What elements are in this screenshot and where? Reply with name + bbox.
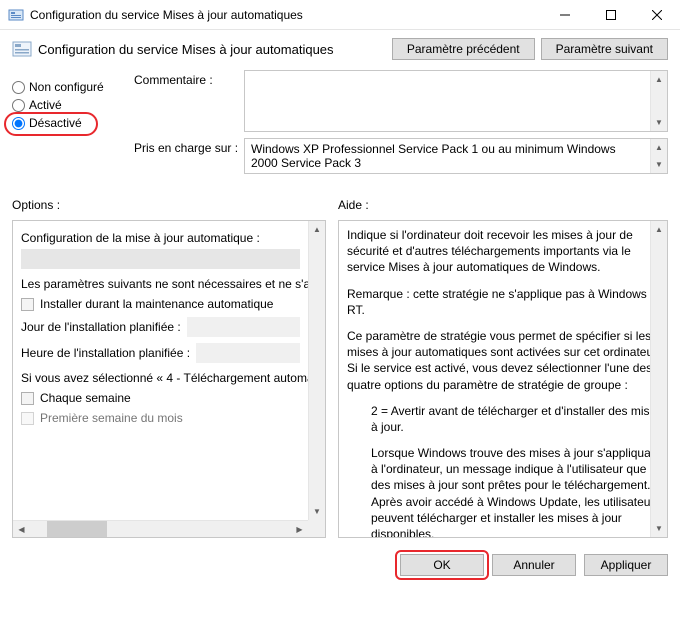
scroll-down-icon[interactable]: ▼ — [651, 114, 667, 131]
checkbox-label: Chaque semaine — [40, 391, 131, 405]
window-title: Configuration du service Mises à jour au… — [30, 8, 542, 22]
scrollbar-vertical[interactable]: ▲ ▼ — [650, 221, 667, 537]
radio-input[interactable] — [12, 81, 25, 94]
scroll-up-icon[interactable]: ▲ — [651, 71, 667, 88]
scrollbar-thumb[interactable] — [47, 521, 107, 537]
help-text: Remarque : cette stratégie ne s'applique… — [347, 286, 663, 318]
config-label: Configuration de la mise à jour automati… — [21, 231, 300, 245]
comment-textarea[interactable]: ▲ ▼ — [244, 70, 668, 132]
options-note: Les paramètres suivants ne sont nécessai… — [21, 277, 300, 291]
supported-label: Pris en charge sur : — [134, 138, 244, 174]
supported-on-text: Windows XP Professionnel Service Pack 1 … — [244, 138, 668, 174]
radio-input[interactable] — [12, 99, 25, 112]
help-text: Lorsque Windows trouve des mises à jour … — [347, 445, 663, 538]
dialog-footer: OK Annuler Appliquer — [0, 544, 680, 586]
weekly-checkbox[interactable]: Chaque semaine — [21, 391, 300, 405]
radio-not-configured[interactable]: Non configuré — [12, 80, 122, 94]
scroll-up-icon[interactable]: ▲ — [651, 139, 667, 156]
hour-select[interactable] — [196, 343, 300, 363]
day-select[interactable] — [187, 317, 300, 337]
options-paragraph: Si vous avez sélectionné « 4 - Télécharg… — [21, 371, 300, 385]
header: Configuration du service Mises à jour au… — [0, 30, 680, 66]
supported-value: Windows XP Professionnel Service Pack 1 … — [251, 142, 661, 170]
scroll-up-icon[interactable]: ▲ — [651, 221, 667, 238]
radio-input[interactable] — [12, 117, 25, 130]
config-select[interactable] — [21, 249, 300, 269]
titlebar: Configuration du service Mises à jour au… — [0, 0, 680, 30]
scrollbar-vertical[interactable]: ▲ ▼ — [650, 139, 667, 173]
help-panel: Indique si l'ordinateur doit recevoir le… — [338, 220, 668, 538]
scroll-down-icon[interactable]: ▼ — [651, 156, 667, 173]
radio-enabled[interactable]: Activé — [12, 98, 122, 112]
radio-label: Activé — [29, 98, 62, 112]
help-text: Ce paramètre de stratégie vous permet de… — [347, 328, 663, 393]
window-controls — [542, 0, 680, 30]
checkbox-icon — [21, 392, 34, 405]
checkbox-label: Première semaine du mois — [40, 411, 183, 425]
previous-setting-button[interactable]: Paramètre précédent — [392, 38, 535, 60]
scrollbar-vertical[interactable]: ▲ ▼ — [308, 221, 325, 520]
scroll-right-icon[interactable]: ▶ — [291, 521, 308, 538]
checkbox-label: Installer durant la maintenance automati… — [40, 297, 273, 311]
help-label: Aide : — [338, 198, 668, 212]
minimize-button[interactable] — [542, 0, 588, 30]
scrollbar-horizontal[interactable]: ◀ ▶ — [13, 520, 308, 537]
hour-label: Heure de l'installation planifiée : — [21, 346, 190, 360]
install-maintenance-checkbox[interactable]: Installer durant la maintenance automati… — [21, 297, 300, 311]
scroll-down-icon[interactable]: ▼ — [309, 503, 325, 520]
options-label: Options : — [12, 198, 326, 212]
scroll-down-icon[interactable]: ▼ — [651, 520, 667, 537]
checkbox-icon — [21, 298, 34, 311]
day-label: Jour de l'installation planifiée : — [21, 320, 181, 334]
radio-disabled[interactable]: Désactivé — [12, 116, 122, 130]
options-panel: Configuration de la mise à jour automati… — [12, 220, 326, 538]
policy-icon — [8, 7, 24, 23]
radio-label: Désactivé — [29, 116, 82, 130]
scrollbar-vertical[interactable]: ▲ ▼ — [650, 71, 667, 131]
scroll-up-icon[interactable]: ▲ — [309, 221, 325, 238]
scrollbar-corner — [308, 520, 325, 537]
close-button[interactable] — [634, 0, 680, 30]
scroll-left-icon[interactable]: ◀ — [13, 521, 30, 538]
ok-button[interactable]: OK — [400, 554, 484, 576]
help-text: Indique si l'ordinateur doit recevoir le… — [347, 227, 663, 276]
page-title: Configuration du service Mises à jour au… — [38, 42, 386, 57]
radio-label: Non configuré — [29, 80, 104, 94]
first-week-checkbox[interactable]: Première semaine du mois — [21, 411, 300, 425]
state-radios: Non configuré Activé Désactivé — [12, 70, 122, 180]
comment-label: Commentaire : — [134, 70, 244, 132]
apply-button[interactable]: Appliquer — [584, 554, 668, 576]
help-text: 2 = Avertir avant de télécharger et d'in… — [347, 403, 663, 435]
maximize-button[interactable] — [588, 0, 634, 30]
next-setting-button[interactable]: Paramètre suivant — [541, 38, 668, 60]
cancel-button[interactable]: Annuler — [492, 554, 576, 576]
checkbox-icon — [21, 412, 34, 425]
policy-icon — [12, 40, 32, 58]
